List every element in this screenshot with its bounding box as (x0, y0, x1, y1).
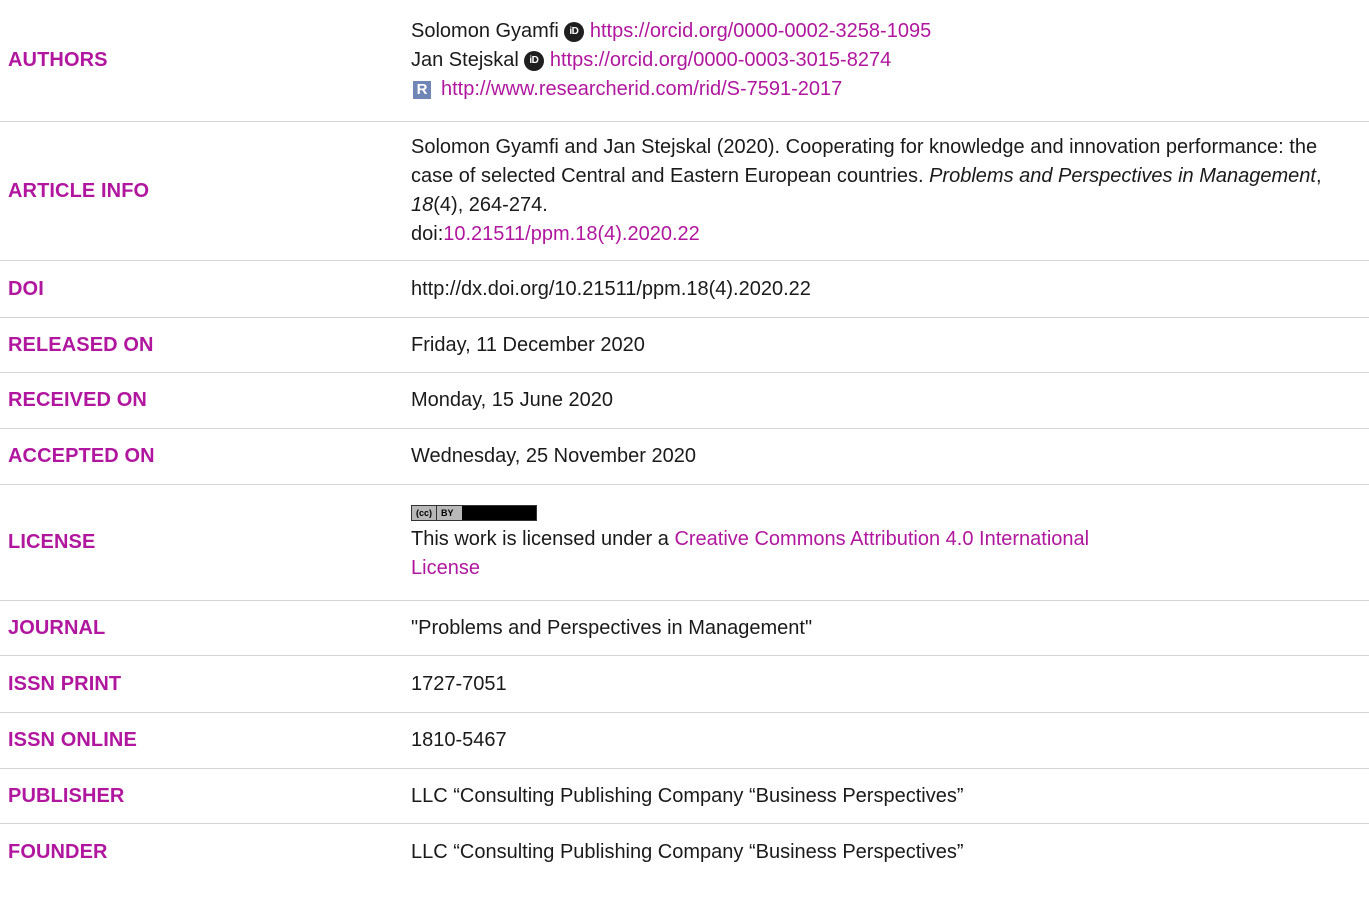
doi-value: http://dx.doi.org/10.21511/ppm.18(4).202… (411, 277, 811, 300)
citation-journal: Problems and Perspectives in Management (929, 165, 1316, 187)
license-link-cont[interactable]: License (411, 557, 480, 579)
orcid-link[interactable]: https://orcid.org/0000-0002-3258-1095 (590, 17, 931, 46)
orcid-icon: iD (563, 21, 584, 42)
journal-label: JOURNAL (8, 616, 106, 639)
received-on-value: Monday, 15 June 2020 (411, 389, 614, 411)
row-journal: JOURNAL "Problems and Perspectives in Ma… (0, 601, 1369, 656)
badge-fill (461, 505, 536, 520)
author-1: Solomon Gyamfi iD https://orcid.org/0000… (411, 17, 1363, 46)
author-2: Jan Stejskal iD https://orcid.org/0000-0… (411, 46, 1363, 75)
article-metadata-sheet: AUTHORS Solomon Gyamfi iD https://orcid.… (0, 0, 1369, 903)
article-info-label: ARTICLE INFO (8, 179, 150, 202)
row-doi: DOI http://dx.doi.org/10.21511/ppm.18(4)… (0, 261, 1369, 318)
license-label: LICENSE (8, 531, 96, 553)
citation-issue-pages: (4), 264-274. (433, 194, 548, 216)
row-released-on: RELEASED ON Friday, 11 December 2020 (0, 318, 1369, 373)
row-accepted-on: ACCEPTED ON Wednesday, 25 November 2020 (0, 429, 1369, 485)
doi-label: DOI (8, 277, 44, 300)
issn-online-label: ISSN ONLINE (8, 729, 137, 751)
issn-print-value: 1727-7051 (411, 672, 507, 695)
authors-value: Solomon Gyamfi iD https://orcid.org/0000… (411, 0, 1363, 121)
row-article-info: ARTICLE INFO Solomon Gyamfi and Jan Stej… (0, 122, 1369, 261)
accepted-on-label: ACCEPTED ON (8, 445, 155, 467)
issn-online-value: 1810-5467 (411, 729, 507, 751)
row-founder: FOUNDER LLC “Consulting Publishing Compa… (0, 824, 1369, 881)
by-icon: BY (437, 505, 462, 520)
issn-print-label: ISSN PRINT (8, 672, 122, 695)
row-publisher: PUBLISHER LLC “Consulting Publishing Com… (0, 769, 1369, 824)
row-issn-online: ISSN ONLINE 1810-5467 (0, 713, 1369, 769)
citation: Solomon Gyamfi and Jan Stejskal (2020). … (411, 136, 1322, 245)
citation-doi-link[interactable]: 10.21511/ppm.18(4).2020.22 (443, 223, 700, 245)
row-license: LICENSE (cc) BY This work is licensed un… (0, 485, 1369, 601)
researcherid-link[interactable]: http://www.researcherid.com/rid/S-7591-2… (441, 75, 842, 104)
orcid-link[interactable]: https://orcid.org/0000-0003-3015-8274 (550, 46, 891, 75)
cc-icon: (cc) (412, 505, 438, 520)
author-name: Solomon Gyamfi (411, 20, 559, 42)
publisher-value: LLC “Consulting Publishing Company “Busi… (411, 784, 964, 807)
license-value: (cc) BY This work is licensed under a Cr… (411, 485, 1363, 600)
row-authors: AUTHORS Solomon Gyamfi iD https://orcid.… (0, 0, 1369, 122)
received-on-label: RECEIVED ON (8, 389, 147, 411)
cc-by-badge[interactable]: (cc) BY (411, 504, 537, 521)
doi-prefix: doi: (411, 223, 444, 245)
journal-value: "Problems and Perspectives in Management… (411, 616, 813, 639)
released-on-label: RELEASED ON (8, 333, 154, 356)
citation-volume: 18 (411, 194, 434, 216)
released-on-value: Friday, 11 December 2020 (411, 333, 645, 356)
founder-label: FOUNDER (8, 841, 108, 863)
license-text: This work is licensed under a Creative C… (411, 525, 1363, 583)
authors-label: AUTHORS (8, 49, 108, 71)
row-received-on: RECEIVED ON Monday, 15 June 2020 (0, 373, 1369, 429)
orcid-icon: iD (523, 50, 544, 71)
researcherid: R http://www.researcherid.com/rid/S-7591… (411, 75, 1363, 104)
author-name: Jan Stejskal (411, 49, 519, 71)
founder-value: LLC “Consulting Publishing Company “Busi… (411, 841, 964, 863)
license-link[interactable]: Creative Commons Attribution 4.0 Interna… (674, 528, 1089, 550)
article-info-value: Solomon Gyamfi and Jan Stejskal (2020). … (411, 122, 1363, 260)
accepted-on-value: Wednesday, 25 November 2020 (411, 445, 696, 467)
row-issn-print: ISSN PRINT 1727-7051 (0, 656, 1369, 713)
researcherid-icon: R (413, 80, 431, 99)
license-text-lead: This work is licensed under a (411, 527, 669, 550)
publisher-label: PUBLISHER (8, 784, 125, 807)
